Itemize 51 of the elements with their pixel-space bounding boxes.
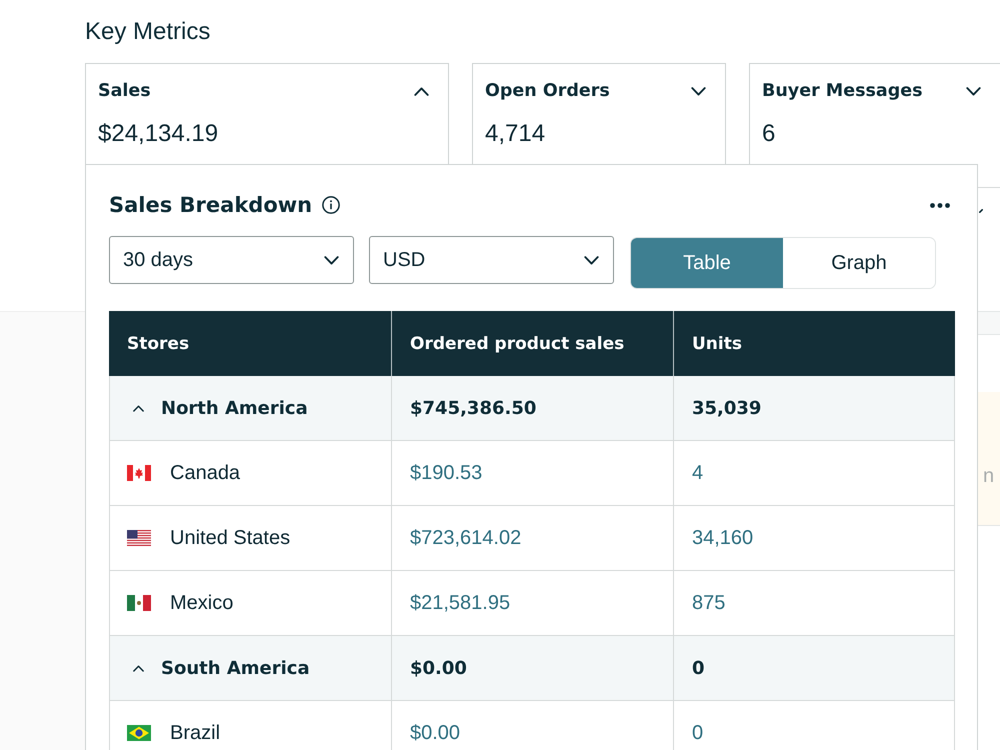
group-name: South America (161, 658, 310, 678)
card-title: Sales (98, 80, 151, 103)
card-value: 6 (762, 119, 776, 149)
store-name: Brazil (170, 722, 220, 744)
store-name: Canada (170, 462, 240, 484)
flag-icon (127, 530, 151, 546)
sales-link[interactable]: $21,581.95 (410, 592, 510, 614)
chevron-down-icon[interactable] (584, 256, 599, 264)
table-cell: 35,039 (674, 376, 955, 441)
table-cell: 0 (674, 636, 955, 701)
card-value: 4,714 (485, 119, 546, 149)
units-link[interactable]: 875 (692, 592, 726, 614)
more-button[interactable] (930, 202, 950, 208)
card-title: Open Orders (485, 80, 610, 103)
group-name: North America (161, 398, 308, 418)
units-link[interactable]: 4 (692, 462, 704, 484)
sales-link[interactable]: $723,614.02 (410, 526, 522, 550)
toggle-option[interactable]: Table (631, 238, 783, 288)
flag-icon (127, 595, 151, 611)
flag-icon (127, 465, 151, 481)
chevron-down-icon[interactable] (324, 256, 339, 264)
card-title: Buyer Messages (762, 80, 923, 103)
metric-card[interactable]: Sales $24,134.19 (85, 63, 449, 164)
units-link[interactable]: 34,160 (692, 526, 754, 550)
chevron-up-icon[interactable] (414, 86, 429, 96)
dropdown[interactable]: 30 days (109, 236, 354, 284)
metric-card[interactable]: Open Orders 4,714 (472, 63, 726, 164)
text-fragment: n (983, 465, 994, 487)
flag-icon (127, 725, 151, 741)
units-link[interactable]: 0 (692, 722, 704, 744)
store-name: United States (170, 526, 290, 550)
table-cell: $0.00 (392, 636, 674, 701)
chevron-down-icon[interactable] (691, 86, 706, 96)
chevron-up-icon[interactable] (133, 664, 144, 672)
card-value: $24,134.19 (98, 119, 218, 149)
store-name: Mexico (170, 592, 234, 614)
chevron-down-icon[interactable] (966, 86, 981, 96)
sales-link[interactable]: $0.00 (410, 722, 460, 744)
chevron-up-icon[interactable] (133, 404, 144, 412)
column-header: Units (674, 311, 955, 376)
section-heading: Key Metrics (85, 17, 210, 47)
column-header: Ordered product sales (392, 311, 674, 376)
metric-card[interactable]: Buyer Messages 6 (749, 63, 1000, 164)
chevron-icon (979, 209, 983, 213)
table-cell: $745,386.50 (392, 376, 674, 441)
info-icon[interactable] (322, 196, 340, 214)
panel-title: Sales Breakdown (109, 192, 312, 219)
more-icon (930, 202, 950, 208)
sales-link[interactable]: $190.53 (410, 462, 482, 484)
dropdown[interactable]: USD (369, 236, 614, 284)
column-header: Stores (109, 311, 392, 376)
